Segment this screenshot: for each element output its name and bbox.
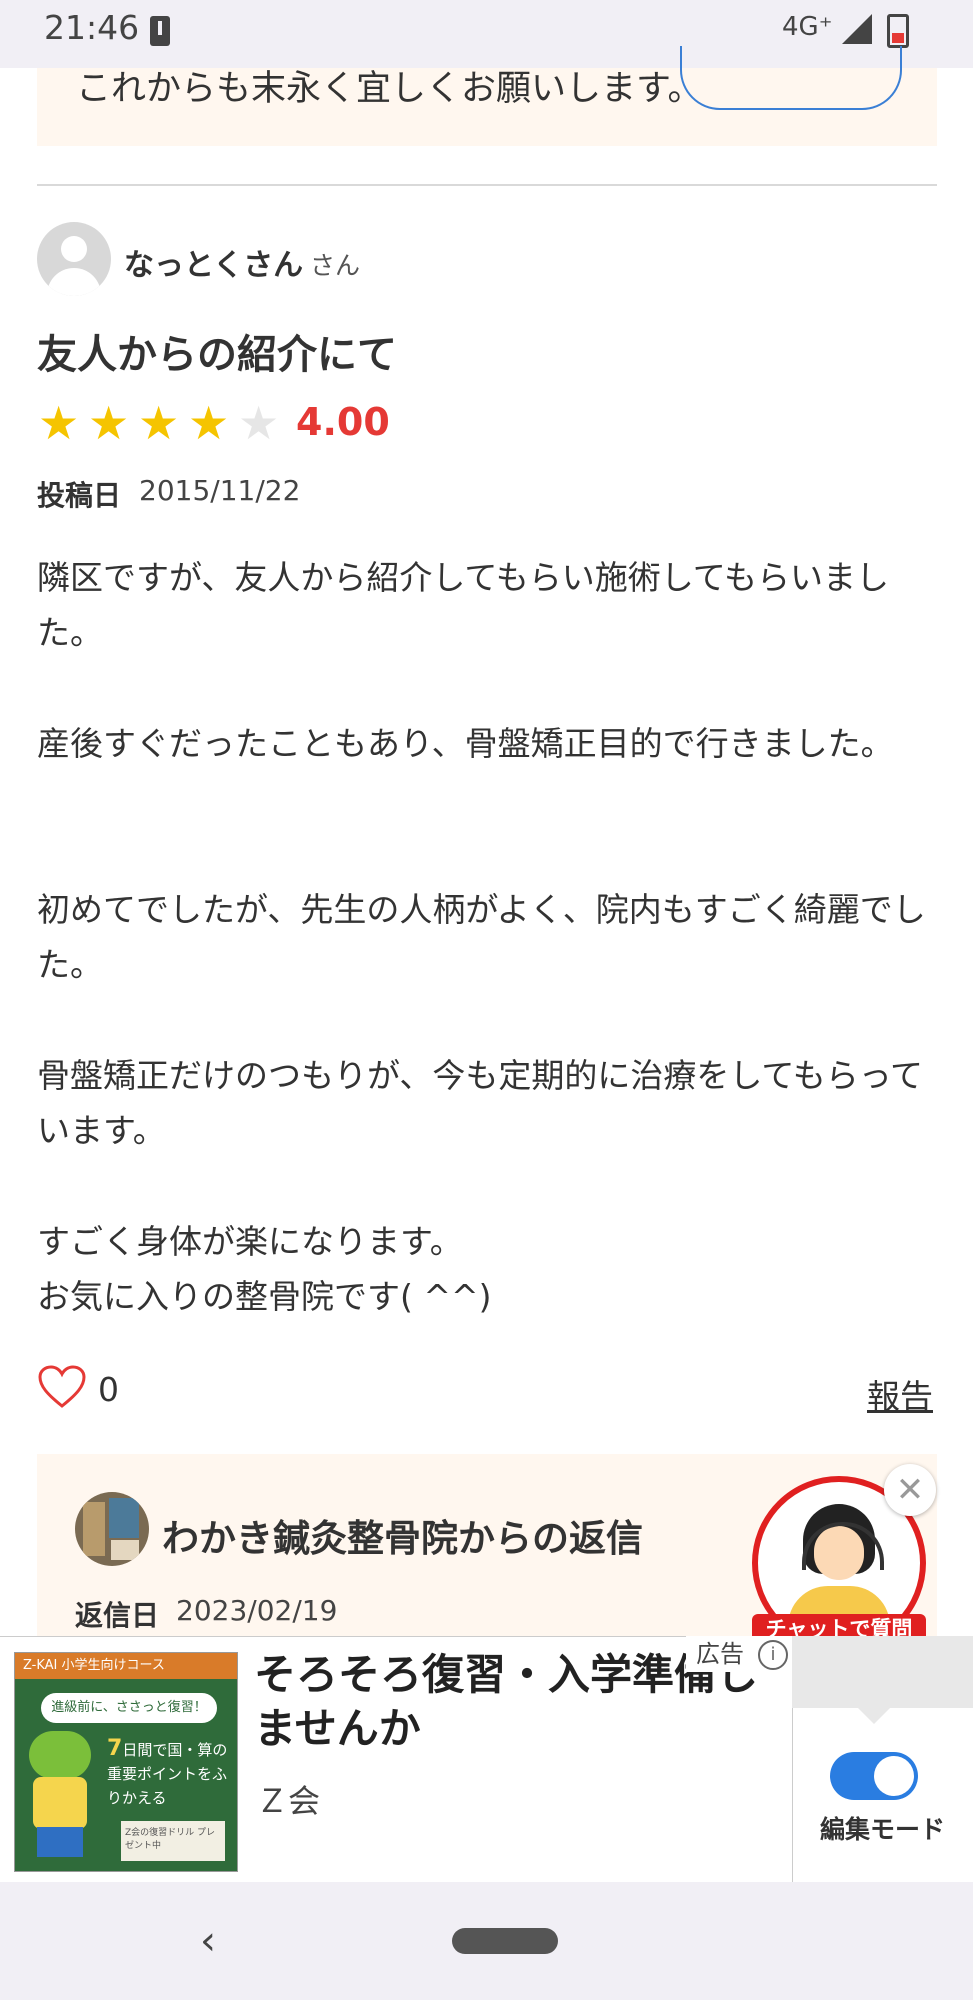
edit-mode-toggle[interactable]	[830, 1752, 918, 1800]
clinic-avatar	[75, 1492, 149, 1566]
reply-date: 2023/02/19	[176, 1594, 338, 1627]
alert-icon	[150, 16, 170, 46]
info-icon[interactable]: i	[758, 1640, 788, 1670]
star-icon: ★	[88, 396, 130, 450]
previous-reply-button[interactable]	[680, 46, 902, 110]
ad-image-brand: Z-KAI 小学生向けコース	[15, 1653, 237, 1679]
back-icon[interactable]: ‹	[200, 1918, 216, 1964]
battery-icon	[887, 14, 909, 48]
ad-image-book: Z会の復習ドリル プレゼント中	[121, 1821, 225, 1861]
reviewer-name: なっとくさん	[124, 248, 304, 283]
star-icon: ★	[238, 396, 280, 450]
reply-date-label: 返信日	[75, 1599, 160, 1632]
reviewer-suffix: さん	[310, 251, 361, 280]
post-date: 2015/11/22	[139, 474, 301, 507]
close-icon[interactable]: ✕	[884, 1464, 936, 1516]
reply-title: わかき鍼灸整骨院からの返信	[162, 1517, 643, 1560]
review-paragraph: すごく身体が楽になります。	[37, 1222, 463, 1261]
home-icon[interactable]	[452, 1928, 558, 1954]
report-link[interactable]: 報告	[867, 1370, 933, 1418]
review-paragraph: 隣区ですが、友人から紹介してもらい施術してもらいました。	[37, 558, 890, 652]
review-title: 友人からの紹介にて	[37, 332, 397, 378]
status-time: 21:46	[44, 8, 140, 47]
review-paragraph: お気に入りの整骨院です( ^^)	[37, 1277, 492, 1316]
star-icon: ★	[38, 396, 80, 450]
post-date-label: 投稿日	[37, 479, 122, 512]
signal-icon	[842, 14, 872, 44]
rating-value: 4.00	[296, 400, 390, 444]
edit-mode-label: 編集モード	[819, 1815, 945, 1844]
edit-mode-header	[792, 1636, 973, 1708]
review-paragraph: 初めてでしたが、先生の人柄がよく、院内もすごく綺麗でした。	[37, 890, 926, 984]
ad-image-number: 7	[107, 1736, 123, 1761]
network-label: 4G⁺	[782, 12, 833, 42]
divider	[37, 184, 937, 186]
ad-image-bubble: 進級前に、ささっと復習！	[41, 1693, 217, 1723]
like-count: 0	[98, 1370, 119, 1409]
star-icon: ★	[188, 396, 230, 450]
previous-reply-text: これからも末永く宜しくお願いします。	[76, 69, 703, 109]
edit-mode-pointer	[858, 1708, 890, 1724]
ad-image-copy: 7日間で国・算の重要ポイントをふりかえる	[107, 1737, 231, 1810]
review-paragraph: 産後すぐだったこともあり、骨盤矯正目的で行きました。	[37, 724, 894, 763]
ad-sponsor: Ｚ会	[256, 1782, 321, 1820]
review-paragraph: 骨盤矯正だけのつもりが、今も定期的に治療をしてもらっています。	[37, 1056, 924, 1150]
heart-icon[interactable]	[37, 1364, 87, 1410]
frog-mascot-icon	[25, 1731, 95, 1861]
star-icon: ★	[138, 396, 180, 450]
ad-image[interactable]: Z-KAI 小学生向けコース 進級前に、ささっと復習！ 7日間で国・算の重要ポイ…	[14, 1652, 238, 1872]
ad-image-text: 日間で国・算の重要ポイントをふりかえる	[107, 1741, 228, 1807]
avatar	[37, 222, 111, 296]
